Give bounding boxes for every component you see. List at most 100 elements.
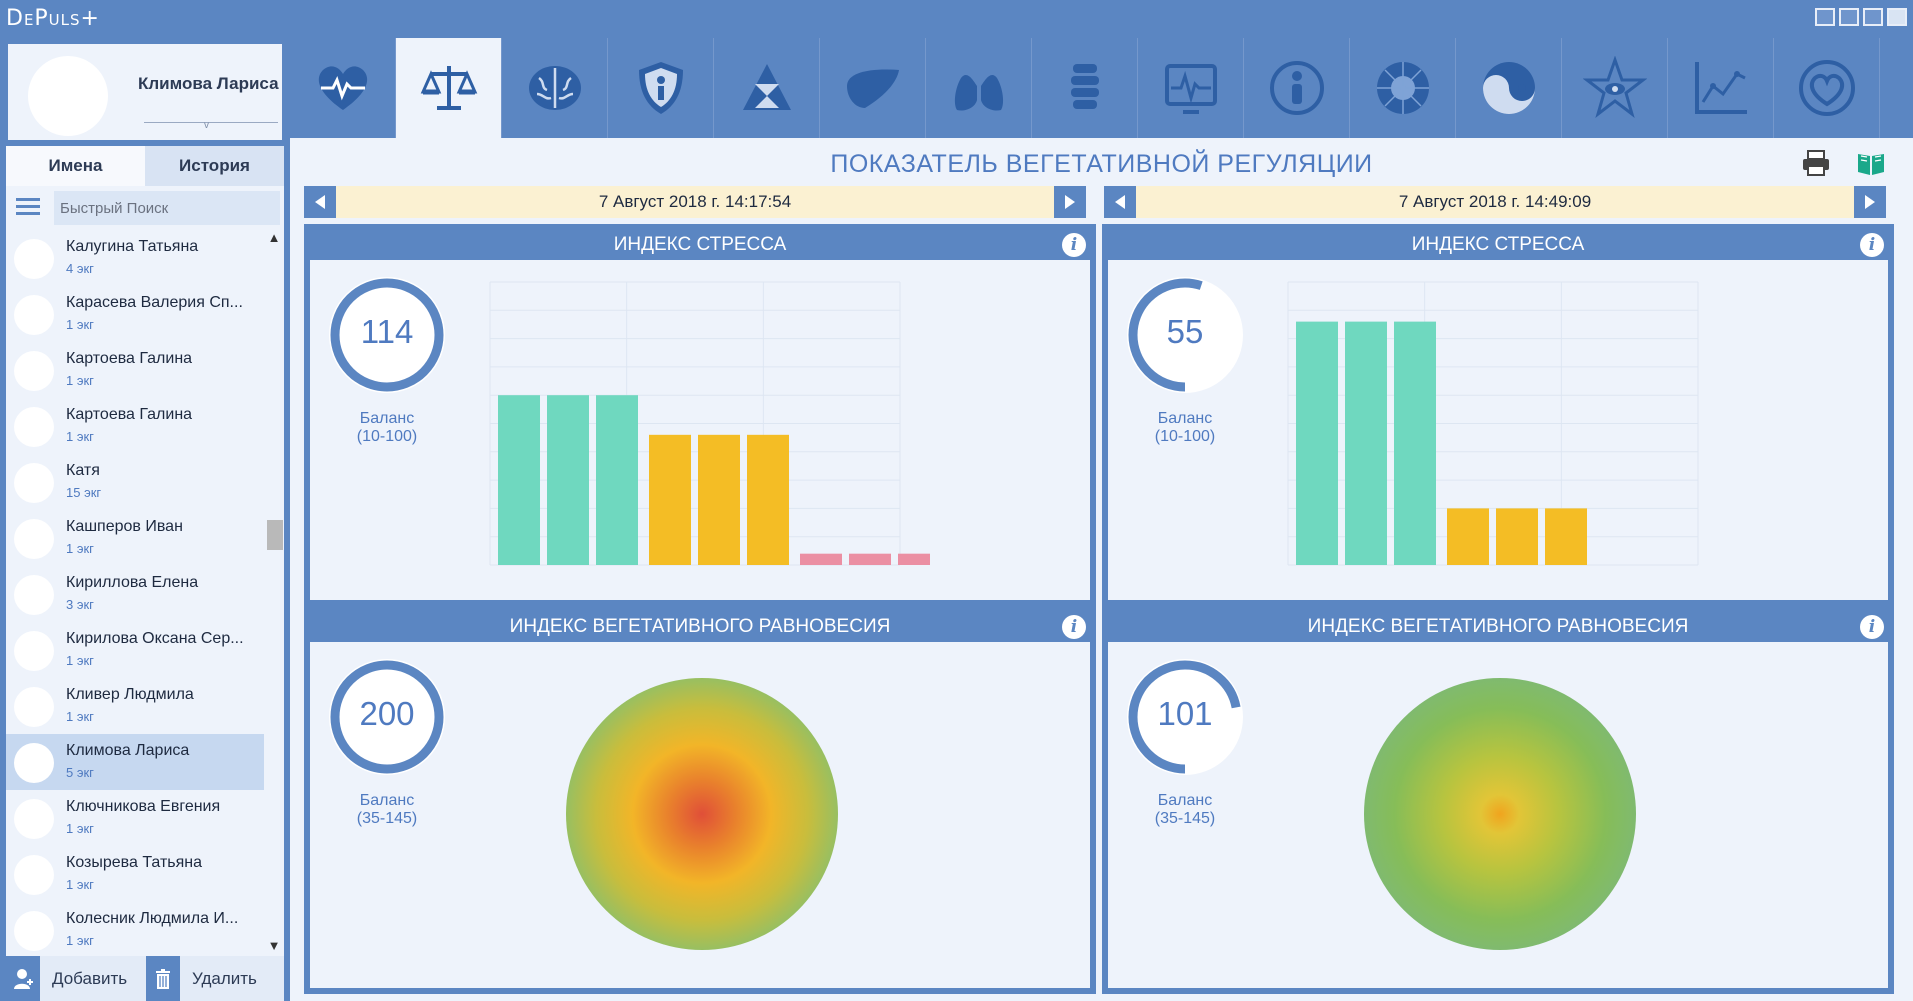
heart-ring-icon [1798,60,1855,116]
patient-name: Картоева Галина [66,406,193,423]
arrow-left-icon [1115,195,1125,209]
info-icon[interactable]: i [1860,615,1884,639]
menu-icon[interactable] [16,198,40,218]
toolbar-button-heart-ring[interactable] [1774,38,1880,138]
scales-icon [420,66,477,110]
toolbar-button-sun-burst[interactable] [1350,38,1456,138]
chevron-down-icon[interactable]: v [204,120,209,131]
toolbar-button-yin-yang[interactable] [1456,38,1562,138]
prev-session-button[interactable] [304,186,336,218]
balance-radial-map [1364,678,1636,950]
ecg-count: 1 экг [66,317,94,332]
toolbar-button-spine[interactable] [1032,38,1138,138]
balance-range-label: Баланс (10-100) [356,410,418,445]
stress-bar [898,553,930,565]
avatar [14,575,54,615]
panel-title: ИНДЕКС ВЕГЕТАТИВНОГО РАВНОВЕСИЯ [310,612,1090,642]
list-item[interactable]: Ключникова Евгения 1 экг [6,790,284,846]
trash-icon [146,956,180,1001]
prev-session-button[interactable] [1104,186,1136,218]
ecg-count: 4 экг [66,261,94,276]
add-patient-button[interactable]: Добавить [6,956,146,1001]
maximize-icon[interactable] [1863,8,1883,26]
avatar [14,743,54,783]
toolbar-button-shield-person[interactable] [608,38,714,138]
ecg-monitor-icon [1164,64,1217,114]
toolbar-button-star-eye[interactable] [1562,38,1668,138]
title-bar: DePuls+ [0,0,1913,38]
list-item[interactable]: Карасева Валерия Сп... 1 экг [6,286,284,342]
toolbar-button-ecg-monitor[interactable] [1138,38,1244,138]
avatar [28,56,108,136]
avatar [14,799,54,839]
date-bar-left: 7 Август 2018 г. 14:17:54 [304,186,1086,218]
arrow-right-icon [1065,195,1075,209]
patient-name: Кашперов Иван [66,518,183,535]
ecg-count: 1 экг [66,821,94,836]
search-input[interactable] [54,191,280,225]
avatar [14,239,54,279]
delete-patient-button[interactable]: Удалить [146,956,284,1001]
scroll-thumb[interactable] [267,520,283,550]
delete-button-label: Удалить [192,968,257,988]
close-icon[interactable] [1887,8,1907,26]
next-session-button[interactable] [1054,186,1086,218]
toolbar-button-brain[interactable] [502,38,608,138]
stress-bar-chart [489,281,930,566]
info-icon[interactable]: i [1062,615,1086,639]
ecg-count: 15 экг [66,485,102,500]
list-item[interactable]: Кашперов Иван 1 экг [6,510,284,566]
patient-list: Калугина Татьяна 4 экг Карасева Валерия Сп… [6,230,284,956]
scroll-down-icon[interactable]: ▼ [264,938,284,956]
stress-bar [1496,508,1538,565]
profile-selector[interactable] [144,122,278,124]
person-circle-icon [1269,61,1324,115]
scroll-up-icon[interactable]: ▲ [264,230,284,248]
stress-bar [747,434,789,565]
list-item[interactable]: Калугина Татьяна 4 экг [6,230,284,286]
toolbar-button-liver[interactable] [820,38,926,138]
info-icon[interactable]: i [1062,233,1086,257]
tab-names[interactable]: Имена [6,146,145,186]
toolbar-button-line-chart[interactable] [1668,38,1774,138]
stress-index-panel: ИНДЕКС СТРЕССА i 114 Баланс (10-100) [304,224,1096,606]
toolbar-button-hourglass-pyramid[interactable] [714,38,820,138]
line-chart-icon [1694,62,1747,114]
minimize-icon[interactable] [1839,8,1859,26]
info-icon[interactable]: i [1860,233,1884,257]
stress-value: 114 [360,313,414,350]
arrow-left-icon [315,195,325,209]
list-item[interactable]: Картоева Галина 1 экг [6,398,284,454]
profile-card: Климова Лариса v [6,42,284,142]
ecg-count: 1 экг [66,541,94,556]
list-item[interactable]: Козырева Татьяна 1 экг [6,846,284,902]
panel-title: ИНДЕКС СТРЕССА [1108,230,1888,260]
star-eye-icon [1582,56,1647,118]
toolbar-button-heart-pulse[interactable] [290,38,396,138]
stress-bar-chart [1287,281,1699,566]
list-item[interactable]: Климова Лариса 5 экг [6,734,264,790]
next-session-button[interactable] [1854,186,1886,218]
list-item[interactable]: Колесник Людмила И... 1 экг [6,902,284,956]
avatar [14,687,54,727]
balance-value: 101 [1157,695,1213,732]
tab-history[interactable]: История [145,146,284,186]
list-item[interactable]: Картоева Галина 1 экг [6,342,284,398]
toolbar-button-person-circle[interactable] [1244,38,1350,138]
scrollbar[interactable]: ▲ ▼ [264,230,284,956]
yin-yang-icon [1482,62,1535,114]
list-item[interactable]: Катя 15 экг [6,454,284,510]
list-item[interactable]: Кириллова Елена 3 экг [6,566,284,622]
book-icon[interactable] [1856,150,1886,176]
patient-name: Кливер Людмила [66,686,194,703]
toolbar-button-scales[interactable] [396,38,502,138]
ecg-count: 1 экг [66,877,94,892]
patient-name: Кирилова Оксана Сер... [66,630,244,647]
brain-icon [528,66,581,110]
list-item[interactable]: Кирилова Оксана Сер... 1 экг [6,622,284,678]
list-item[interactable]: Кливер Людмила 1 экг [6,678,284,734]
patient-name: Калугина Татьяна [66,238,199,255]
print-icon[interactable] [1802,150,1830,176]
toolbar-button-lungs[interactable] [926,38,1032,138]
settings-window-icon[interactable] [1815,8,1835,26]
